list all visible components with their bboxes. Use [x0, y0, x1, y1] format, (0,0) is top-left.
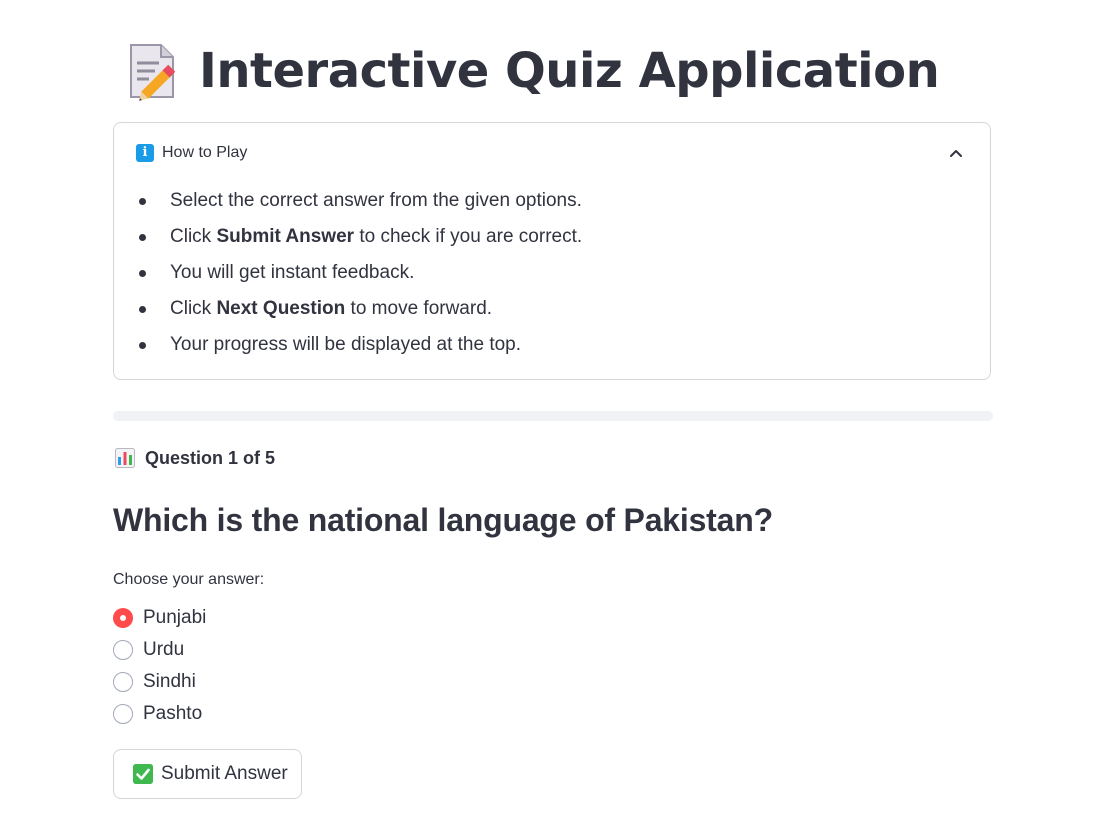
rule-item: Click Next Question to move forward.: [136, 293, 582, 329]
rule-item: You will get instant feedback.: [136, 257, 582, 293]
option-label: Punjabi: [143, 607, 207, 628]
bullet-icon: [139, 234, 146, 241]
submit-button-label: Submit Answer: [161, 763, 288, 784]
option-pashto[interactable]: Pashto: [113, 698, 206, 730]
memo-icon: [125, 41, 181, 101]
choose-label: Choose your answer:: [113, 571, 265, 588]
rule-item: Click Submit Answer to check if you are …: [136, 221, 582, 257]
radio-button[interactable]: [113, 704, 133, 724]
rule-item: Your progress will be displayed at the t…: [136, 329, 582, 365]
bullet-icon: [139, 270, 146, 277]
bullet-icon: [139, 342, 146, 349]
info-icon: i: [136, 144, 154, 162]
option-punjabi[interactable]: Punjabi: [113, 602, 206, 634]
option-urdu[interactable]: Urdu: [113, 634, 206, 666]
option-sindhi[interactable]: Sindhi: [113, 666, 206, 698]
question-text: Which is the national language of Pakist…: [113, 502, 773, 538]
bullet-icon: [139, 198, 146, 205]
option-label: Pashto: [143, 703, 203, 724]
progress-bar: [113, 411, 993, 421]
page-title: Interactive Quiz Application: [199, 43, 940, 99]
counter-text: Question 1 of 5: [145, 447, 276, 468]
question-counter: Question 1 of 5: [115, 446, 275, 470]
rule-item: Select the correct answer from the given…: [136, 185, 582, 221]
submit-answer-button[interactable]: Submit Answer: [113, 749, 302, 799]
expander-label: How to Play: [162, 144, 248, 161]
rules-list: Select the correct answer from the given…: [136, 185, 582, 365]
radio-button[interactable]: [113, 672, 133, 692]
how-to-play-expander: i How to Play Select the correct answer …: [113, 122, 991, 380]
chevron-up-icon[interactable]: [948, 145, 964, 161]
how-to-play-toggle[interactable]: i How to Play: [136, 141, 968, 165]
check-mark-icon: [133, 764, 153, 784]
radio-button[interactable]: [113, 640, 133, 660]
bullet-icon: [139, 306, 146, 313]
option-label: Urdu: [143, 639, 185, 660]
radio-button[interactable]: [113, 608, 133, 628]
option-label: Sindhi: [143, 671, 196, 692]
answer-radio-group: Punjabi Urdu Sindhi Pashto: [113, 602, 206, 730]
title-row: Interactive Quiz Application: [125, 36, 940, 106]
bar-chart-icon: [115, 448, 135, 468]
